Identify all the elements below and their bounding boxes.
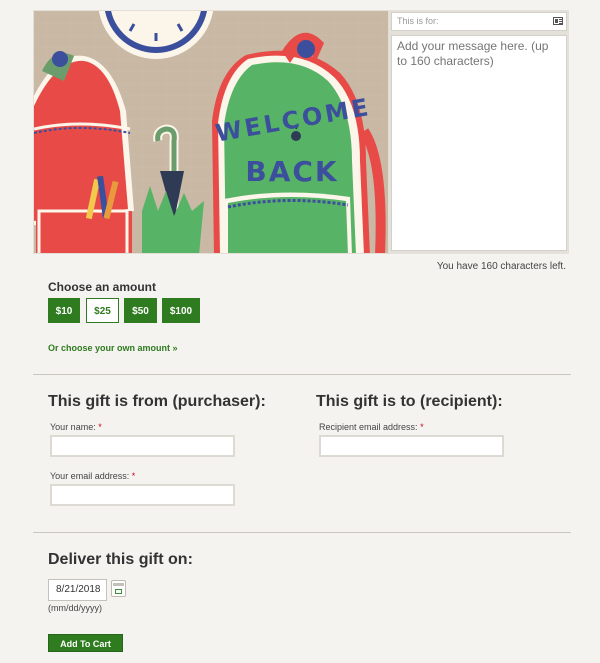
to-field-placeholder: This is for: [397, 16, 439, 26]
to-heading: This gift is to (recipient): [316, 393, 503, 410]
date-format-hint: (mm/dd/yyyy) [48, 603, 102, 613]
amount-option-25[interactable]: $25 [86, 298, 119, 323]
your-name-label: Your name: * [50, 422, 102, 432]
recipient-name-field[interactable]: This is for: [391, 12, 567, 31]
amount-option-50[interactable]: $50 [124, 298, 157, 323]
deliver-heading: Deliver this gift on: [48, 551, 193, 568]
delivery-date-input[interactable]: 8/21/2018 [48, 579, 107, 601]
recipient-email-input[interactable] [319, 435, 504, 457]
divider [33, 532, 571, 533]
from-heading: This gift is from (purchaser): [48, 393, 266, 410]
message-panel: This is for: [389, 10, 569, 254]
amount-option-100[interactable]: $100 [162, 298, 200, 323]
contact-card-icon[interactable] [553, 17, 563, 25]
your-email-label: Your email address: * [50, 471, 136, 481]
calendar-icon[interactable] [111, 580, 126, 597]
custom-amount-link[interactable]: Or choose your own amount » [48, 343, 178, 353]
amount-option-10[interactable]: $10 [48, 298, 80, 323]
message-textarea[interactable] [391, 35, 567, 251]
characters-left-counter: You have 160 characters left. [436, 261, 566, 272]
card-art-text-back: BACK [245, 155, 338, 188]
recipient-email-label: Recipient email address: * [319, 422, 424, 432]
add-to-cart-button[interactable]: Add To Cart [48, 634, 123, 652]
divider [33, 374, 571, 375]
your-name-input[interactable] [50, 435, 235, 457]
gift-card-artwork: WELCOME BACK [33, 10, 389, 254]
your-email-input[interactable] [50, 484, 235, 506]
amount-label: Choose an amount [48, 280, 157, 294]
